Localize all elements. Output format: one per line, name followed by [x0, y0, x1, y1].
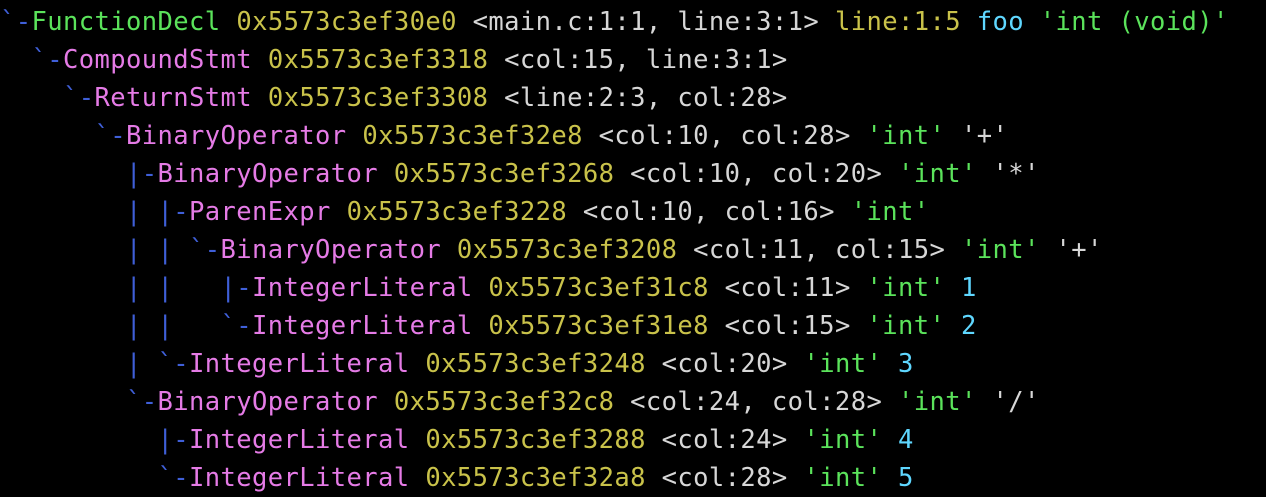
node-address: 0x5573c3ef31e8 — [488, 311, 709, 341]
node-kind: IntegerLiteral — [252, 311, 473, 341]
source-range: <col:20> — [661, 349, 788, 379]
operator-symbol: '+' — [961, 121, 1009, 151]
node-kind: IntegerLiteral — [189, 349, 410, 379]
node-address: 0x5573c3ef31c8 — [488, 273, 709, 303]
source-range: <col:10, col:20> — [630, 159, 883, 189]
node-address: 0x5573c3ef32e8 — [362, 121, 583, 151]
source-range: <col:11> — [724, 273, 851, 303]
node-kind: IntegerLiteral — [252, 273, 473, 303]
node-kind: BinaryOperator — [157, 387, 379, 417]
tree-prefix: `- — [0, 463, 190, 493]
ast-line: | | |-IntegerLiteral 0x5573c3ef31c8 <col… — [0, 269, 1266, 307]
node-address: 0x5573c3ef32c8 — [393, 387, 615, 417]
node-kind: CompoundStmt — [63, 45, 253, 75]
expr-type: 'int' — [866, 311, 946, 341]
node-kind: ParenExpr — [189, 197, 331, 227]
node-kind: IntegerLiteral — [189, 425, 410, 455]
expr-type: 'int' — [897, 159, 977, 189]
ast-line: `-BinaryOperator 0x5573c3ef32c8 <col:24,… — [0, 383, 1266, 421]
node-address: 0x5573c3ef3318 — [267, 45, 489, 75]
decl-location: line:1:5 — [834, 7, 961, 37]
tree-prefix: `- — [0, 387, 158, 417]
node-address: 0x5573c3ef3268 — [393, 159, 615, 189]
ast-line: | | `-IntegerLiteral 0x5573c3ef31e8 <col… — [0, 307, 1266, 345]
node-address: 0x5573c3ef32a8 — [425, 463, 646, 493]
ast-line: `-BinaryOperator 0x5573c3ef32e8 <col:10,… — [0, 117, 1266, 155]
ast-line: `-ReturnStmt 0x5573c3ef3308 <line:2:3, c… — [0, 79, 1266, 117]
node-kind: ReturnStmt — [94, 83, 253, 113]
literal-value: 5 — [897, 463, 914, 493]
node-kind: BinaryOperator — [126, 121, 347, 151]
node-kind: FunctionDecl — [31, 7, 221, 37]
expr-type: 'int' — [897, 387, 977, 417]
ast-line: `-IntegerLiteral 0x5573c3ef32a8 <col:28>… — [0, 459, 1266, 497]
tree-prefix: `- — [0, 45, 64, 75]
node-address: 0x5573c3ef30e0 — [236, 7, 457, 37]
operator-symbol: '*' — [992, 159, 1040, 189]
node-address: 0x5573c3ef3288 — [425, 425, 646, 455]
ast-line: | | `-BinaryOperator 0x5573c3ef3208 <col… — [0, 231, 1266, 269]
source-range: <line:2:3, col:28> — [504, 83, 788, 113]
ast-line: |-IntegerLiteral 0x5573c3ef3288 <col:24>… — [0, 421, 1266, 459]
node-kind: BinaryOperator — [220, 235, 442, 265]
source-range: <col:15> — [724, 311, 851, 341]
expr-type: 'int' — [803, 425, 883, 455]
source-range: <col:10, col:28> — [598, 121, 851, 151]
literal-value: 4 — [897, 425, 914, 455]
tree-prefix: `- — [0, 7, 32, 37]
expr-type: 'int' — [866, 273, 946, 303]
operator-symbol: '/' — [992, 387, 1040, 417]
decl-name: foo — [976, 7, 1025, 37]
terminal-window[interactable]: `-FunctionDecl 0x5573c3ef30e0 <main.c:1:… — [0, 0, 1266, 496]
tree-prefix: | | `- — [0, 311, 253, 341]
tree-prefix: | `- — [0, 349, 190, 379]
tree-prefix: |- — [0, 425, 190, 455]
source-range: <main.c:1:1, line:3:1> — [472, 7, 820, 37]
node-address: 0x5573c3ef3248 — [425, 349, 646, 379]
node-kind: IntegerLiteral — [189, 463, 410, 493]
tree-prefix: | | `- — [0, 235, 221, 265]
source-range: <col:28> — [661, 463, 788, 493]
expr-type: 'int' — [803, 349, 883, 379]
ast-line: `-CompoundStmt 0x5573c3ef3318 <col:15, l… — [0, 41, 1266, 79]
node-address: 0x5573c3ef3208 — [456, 235, 678, 265]
literal-value: 2 — [961, 311, 977, 341]
tree-prefix: `- — [0, 83, 95, 113]
ast-line: | `-IntegerLiteral 0x5573c3ef3248 <col:2… — [0, 345, 1266, 383]
node-kind: BinaryOperator — [157, 159, 379, 189]
source-range: <col:24, col:28> — [630, 387, 883, 417]
literal-value: 3 — [897, 349, 914, 379]
ast-dump-output: `-FunctionDecl 0x5573c3ef30e0 <main.c:1:… — [0, 3, 1266, 497]
tree-prefix: |- — [0, 159, 158, 189]
node-address: 0x5573c3ef3228 — [346, 197, 568, 227]
expr-type: 'int' — [850, 197, 930, 227]
tree-prefix: `- — [0, 121, 127, 151]
source-range: <col:15, line:3:1> — [504, 45, 788, 75]
tree-prefix: | |- — [0, 197, 190, 227]
ast-line: `-FunctionDecl 0x5573c3ef30e0 <main.c:1:… — [0, 3, 1266, 41]
expr-type: 'int' — [866, 121, 946, 151]
expr-type: 'int' — [960, 235, 1040, 265]
ast-line: | |-ParenExpr 0x5573c3ef3228 <col:10, co… — [0, 193, 1266, 231]
tree-prefix: | | |- — [0, 273, 253, 303]
expr-type: 'int' — [803, 463, 883, 493]
literal-value: 1 — [961, 273, 977, 303]
source-range: <col:24> — [661, 425, 788, 455]
source-range: <col:10, col:16> — [582, 197, 835, 227]
ast-line: |-BinaryOperator 0x5573c3ef3268 <col:10,… — [0, 155, 1266, 193]
operator-symbol: '+' — [1055, 235, 1103, 265]
source-range: <col:11, col:15> — [693, 235, 946, 265]
expr-type: 'int (void)' — [1039, 7, 1229, 37]
node-address: 0x5573c3ef3308 — [267, 83, 489, 113]
